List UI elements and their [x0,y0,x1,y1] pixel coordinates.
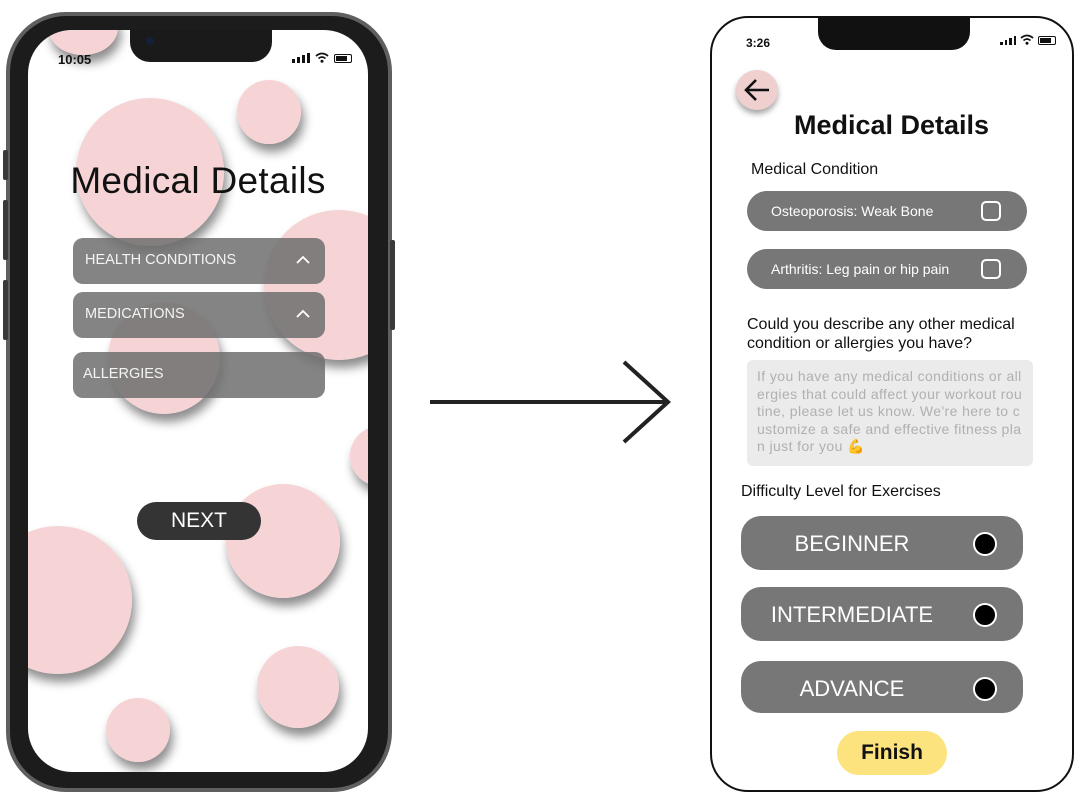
side-button [3,200,8,260]
level-label: BEGINNER [794,531,910,556]
camera-icon [146,37,154,45]
chevron-up-icon[interactable] [293,304,313,324]
signal-icon [292,53,310,63]
status-icons [292,52,352,63]
next-button[interactable]: NEXT [137,502,261,540]
section-label: ALLERGIES [83,366,164,382]
chevron-up-icon[interactable] [293,250,313,270]
old-medical-details-screen: 10:05 Medical Details HEALTH CONDITIONS … [28,30,368,772]
level-radio[interactable] [973,677,997,701]
page-title: Medical Details [793,110,990,140]
section-medications[interactable]: MEDICATIONS [73,292,325,338]
decorative-bubble [237,80,301,144]
signal-icon [1000,36,1016,45]
arrow-left-icon [744,79,769,101]
new-medical-details-screen: 3:26 Medical Details Medical Condition O… [710,16,1074,792]
side-button [3,280,8,340]
level-advance[interactable]: ADVANCE [741,661,1023,713]
arrow-right-icon [430,360,671,444]
decorative-bubble [106,698,170,762]
status-icons [1000,34,1056,45]
back-button[interactable] [736,70,778,110]
notch [130,30,272,62]
condition-description-textarea[interactable]: If you have any medical conditions or al… [747,360,1033,466]
condition-checkbox[interactable] [981,259,1001,279]
level-intermediate[interactable]: INTERMEDIATE [741,587,1023,641]
decorative-bubble [28,526,132,674]
section-label: MEDICATIONS [85,306,185,322]
condition-label: Arthritis: Leg pain or hip pain [771,261,950,277]
difficulty-label: Difficulty Level for Exercises [741,483,941,500]
condition-option-osteoporosis[interactable]: Osteoporosis: Weak Bone [747,191,1027,231]
phone-frame-old: 10:05 Medical Details HEALTH CONDITIONS … [6,12,392,792]
medical-condition-label: Medical Condition [751,161,879,178]
page-title: Medical Details [70,160,326,201]
notch [818,18,970,50]
decorative-bubble [350,426,368,486]
condition-label: Osteoporosis: Weak Bone [771,203,934,219]
level-label: ADVANCE [799,676,905,701]
condition-option-arthritis[interactable]: Arthritis: Leg pain or hip pain [747,249,1027,289]
decorative-bubble [257,646,339,728]
status-time: 10:05 [58,52,92,67]
section-health-conditions[interactable]: HEALTH CONDITIONS [73,238,325,284]
section-label: HEALTH CONDITIONS [85,252,237,268]
condition-checkbox[interactable] [981,201,1001,221]
wifi-icon [1020,34,1034,45]
level-beginner[interactable]: BEGINNER [741,516,1023,570]
battery-icon [334,54,352,63]
battery-icon [1038,36,1056,45]
level-radio[interactable] [973,603,997,627]
wifi-icon [315,52,329,63]
level-radio[interactable] [973,532,997,556]
level-label: INTERMEDIATE [770,602,934,627]
side-button [3,150,8,180]
side-button [390,240,395,330]
describe-question: Could you describe any other medical con… [747,316,1015,352]
section-allergies[interactable]: ALLERGIES [73,352,325,398]
finish-button[interactable]: Finish [837,731,947,775]
status-time: 3:26 [746,36,771,50]
